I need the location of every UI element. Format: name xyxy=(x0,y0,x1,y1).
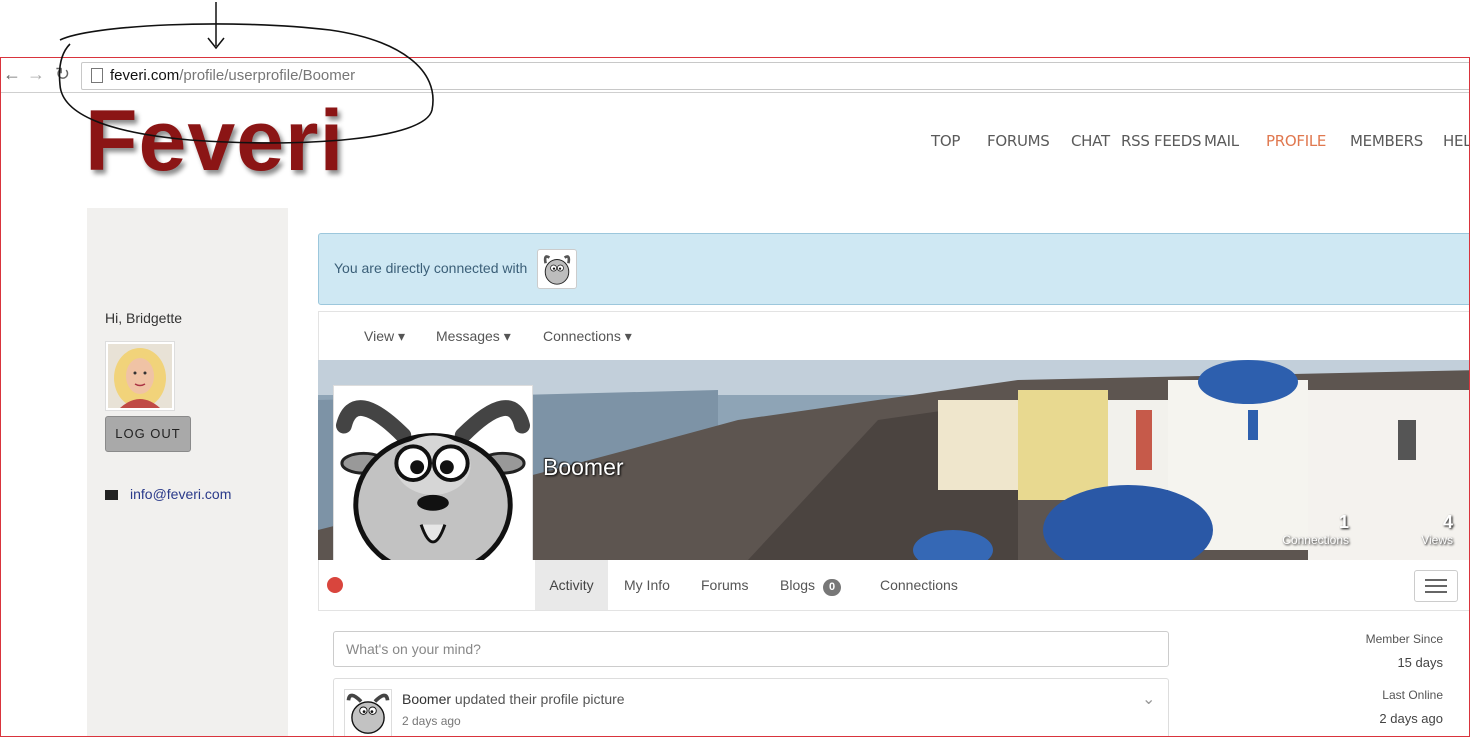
tab-activity[interactable]: Activity xyxy=(535,560,608,610)
feed-avatar[interactable] xyxy=(344,689,392,736)
top-navigation: TOP FORUMS CHAT RSS FEEDS MAIL PROFILE M… xyxy=(1,132,1469,154)
last-online: Last Online 2 days ago xyxy=(1379,688,1443,726)
back-arrow-icon[interactable]: ← xyxy=(3,64,21,84)
forward-arrow-icon[interactable]: → xyxy=(27,64,45,84)
menu-toggle-button[interactable] xyxy=(1414,570,1458,602)
nav-members[interactable]: MEMBERS xyxy=(1350,132,1423,150)
connections-menu[interactable]: Connections ▾ xyxy=(543,328,632,345)
contact-email: info@feveri.com xyxy=(105,486,231,502)
status-placeholder: What's on your mind? xyxy=(346,641,481,657)
page-icon xyxy=(91,68,103,83)
goat-icon xyxy=(335,400,531,584)
connected-user-avatar[interactable] xyxy=(537,249,577,289)
view-menu[interactable]: View ▾ xyxy=(364,328,405,345)
envelope-icon xyxy=(105,490,118,501)
banner-text: You are directly connected with xyxy=(334,260,528,276)
caret-down-icon: ▾ xyxy=(397,328,406,344)
blogs-count-badge: 0 xyxy=(823,579,842,596)
url-text: feveri.com/profile/userprofile/Boomer xyxy=(110,67,356,84)
profile-picture[interactable] xyxy=(333,385,533,585)
goat-icon xyxy=(543,255,571,285)
status-update-input[interactable]: What's on your mind? xyxy=(333,631,1169,667)
last-online-value: 2 days ago xyxy=(1379,711,1443,726)
connections-stat[interactable]: 1 Connections xyxy=(1269,512,1349,547)
nav-forums[interactable]: FORUMS xyxy=(987,132,1050,150)
user-photo-icon xyxy=(108,344,172,408)
views-label: Views xyxy=(1421,533,1453,547)
tab-blogs[interactable]: Blogs 0 xyxy=(780,560,842,610)
connection-banner: You are directly connected with xyxy=(318,233,1469,305)
profile-name: Boomer xyxy=(543,454,624,480)
views-stat: 4 Views xyxy=(1401,512,1453,547)
address-bar-row: ← → ↻ feveri.com/profile/userprofile/Boo… xyxy=(1,58,1469,93)
reload-icon[interactable]: ↻ xyxy=(55,64,70,84)
tab-my-info[interactable]: My Info xyxy=(624,560,670,610)
profile-menu-bar: View ▾ Messages ▾ Connections ▾ xyxy=(318,311,1469,363)
connections-label: Connections xyxy=(1282,533,1349,547)
activity-feed-item: Boomer updated their profile picture 2 d… xyxy=(333,678,1169,736)
connections-count: 1 xyxy=(1338,512,1349,532)
caret-down-icon: ▾ xyxy=(503,328,511,344)
url-field[interactable]: feveri.com/profile/userprofile/Boomer xyxy=(81,62,1469,90)
nav-help[interactable]: HELP xyxy=(1443,132,1469,150)
caret-down-icon: ▾ xyxy=(624,328,632,344)
avatar[interactable] xyxy=(105,341,175,411)
feed-user-link[interactable]: Boomer xyxy=(402,691,451,707)
nav-profile[interactable]: PROFILE xyxy=(1266,132,1326,150)
nav-top[interactable]: TOP xyxy=(931,132,960,150)
browser-window: ← → ↻ feveri.com/profile/userprofile/Boo… xyxy=(0,57,1470,737)
nav-chat[interactable]: CHAT xyxy=(1071,132,1110,150)
chevron-down-icon[interactable]: ⌄ xyxy=(1142,689,1155,709)
feed-timestamp: 2 days ago xyxy=(402,714,461,728)
hamburger-icon xyxy=(1425,579,1447,581)
online-status-indicator xyxy=(326,576,344,594)
annotation-arrow-icon xyxy=(207,2,225,50)
member-since-value: 15 days xyxy=(1397,655,1443,670)
logout-button[interactable]: LOG OUT xyxy=(105,416,191,452)
feed-text: Boomer updated their profile picture xyxy=(402,691,625,707)
tab-forums[interactable]: Forums xyxy=(701,560,748,610)
messages-menu[interactable]: Messages ▾ xyxy=(436,328,511,345)
member-since: Member Since 15 days xyxy=(1366,632,1443,670)
tab-connections[interactable]: Connections xyxy=(880,560,958,610)
profile-tabs: Activity My Info Forums Blogs 0 Connectio… xyxy=(318,560,1469,611)
nav-rss-feeds[interactable]: RSS FEEDS xyxy=(1121,132,1202,150)
views-count: 4 xyxy=(1442,512,1453,532)
nav-mail[interactable]: MAIL xyxy=(1204,132,1239,150)
last-online-label: Last Online xyxy=(1382,688,1443,702)
left-sidebar: Hi, Bridgette LOG OUT info@feveri.com xyxy=(87,208,288,736)
greeting: Hi, Bridgette xyxy=(105,310,183,326)
goat-icon xyxy=(346,693,390,734)
email-link[interactable]: info@feveri.com xyxy=(130,486,231,502)
member-since-label: Member Since xyxy=(1365,632,1443,646)
